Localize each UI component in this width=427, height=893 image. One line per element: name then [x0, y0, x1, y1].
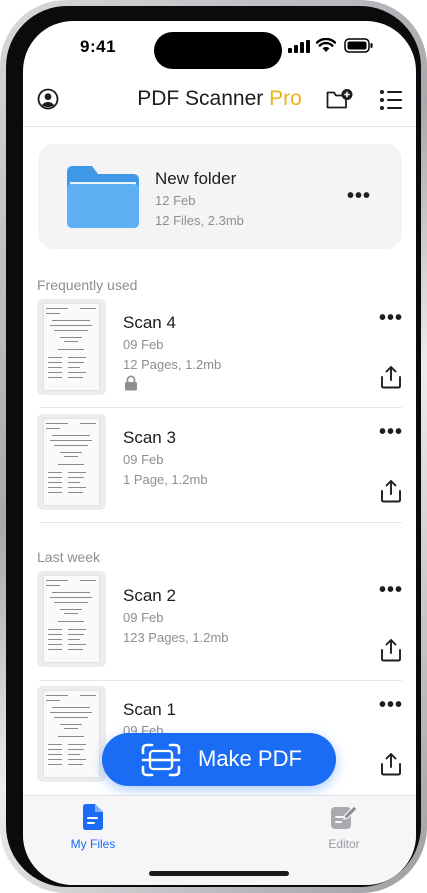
scan-date: 09 Feb — [123, 337, 164, 352]
scan-more-button[interactable]: ••• — [379, 308, 403, 328]
row-divider — [40, 407, 402, 408]
scan-thumbnail[interactable] — [37, 414, 106, 510]
tab-editor-label: Editor — [328, 837, 360, 851]
folder-card[interactable]: New folder 12 Feb 12 Files, 2.3mb ••• — [38, 144, 402, 249]
scan-name: Scan 4 — [123, 313, 176, 332]
app-title: PDF Scanner Pro — [23, 87, 416, 111]
section-last-week: Last week — [37, 549, 101, 565]
scan-date: 09 Feb — [123, 452, 164, 467]
share-icon[interactable] — [380, 479, 402, 503]
new-folder-icon[interactable] — [326, 88, 354, 110]
scan-more-button[interactable]: ••• — [379, 695, 403, 715]
share-icon[interactable] — [380, 638, 402, 662]
folder-date: 12 Feb — [155, 193, 196, 208]
scan-name: Scan 1 — [123, 700, 176, 719]
section-frequently-used: Frequently used — [37, 277, 138, 293]
scan-icon — [141, 743, 181, 777]
tab-my-files-label: My Files — [70, 837, 116, 851]
scan-meta: 1 Page, 1.2mb — [123, 472, 208, 487]
header-divider — [23, 126, 416, 127]
app-title-text: PDF Scanner — [137, 87, 264, 110]
battery-icon — [344, 38, 373, 53]
scan-more-button[interactable]: ••• — [379, 422, 403, 442]
tab-editor[interactable]: Editor — [320, 802, 368, 852]
signal-icon — [288, 40, 310, 53]
share-icon[interactable] — [380, 365, 402, 389]
document-preview — [44, 419, 99, 505]
app-title-pro: Pro — [269, 87, 302, 110]
scan-thumbnail[interactable] — [37, 686, 106, 782]
make-pdf-button[interactable]: Make PDF — [102, 733, 336, 786]
scan-date: 09 Feb — [123, 610, 164, 625]
list-view-icon[interactable] — [379, 89, 403, 111]
folder-name: New folder — [155, 169, 237, 188]
dynamic-island — [154, 32, 282, 69]
app-screen: 9:41 PDF Scanner Pro New folder 12 Feb 1… — [23, 21, 416, 885]
scan-name: Scan 2 — [123, 586, 176, 605]
scan-name: Scan 3 — [123, 428, 176, 447]
folder-meta: 12 Files, 2.3mb — [155, 213, 244, 228]
share-icon[interactable] — [380, 752, 402, 776]
scan-thumbnail[interactable] — [37, 299, 106, 395]
tab-my-files[interactable]: My Files — [69, 802, 117, 852]
row-divider — [40, 522, 402, 523]
document-icon — [83, 804, 103, 830]
make-pdf-label: Make PDF — [198, 746, 302, 771]
edit-icon — [331, 805, 357, 829]
folder-icon — [67, 166, 139, 228]
row-divider — [40, 680, 402, 681]
document-preview — [44, 304, 99, 390]
phone-frame: 9:41 PDF Scanner Pro New folder 12 Feb 1… — [0, 0, 427, 893]
scan-more-button[interactable]: ••• — [379, 580, 403, 600]
scan-meta: 12 Pages, 1.2mb — [123, 357, 222, 372]
document-preview — [44, 691, 99, 777]
status-time: 9:41 — [80, 37, 117, 56]
wifi-icon — [316, 38, 336, 52]
document-preview — [44, 576, 99, 662]
home-indicator — [149, 871, 289, 876]
phone-bezel: 9:41 PDF Scanner Pro New folder 12 Feb 1… — [6, 6, 421, 887]
scan-meta: 123 Pages, 1.2mb — [123, 630, 229, 645]
lock-icon — [125, 375, 137, 391]
scan-thumbnail[interactable] — [37, 571, 106, 667]
folder-more-button[interactable]: ••• — [347, 186, 371, 206]
